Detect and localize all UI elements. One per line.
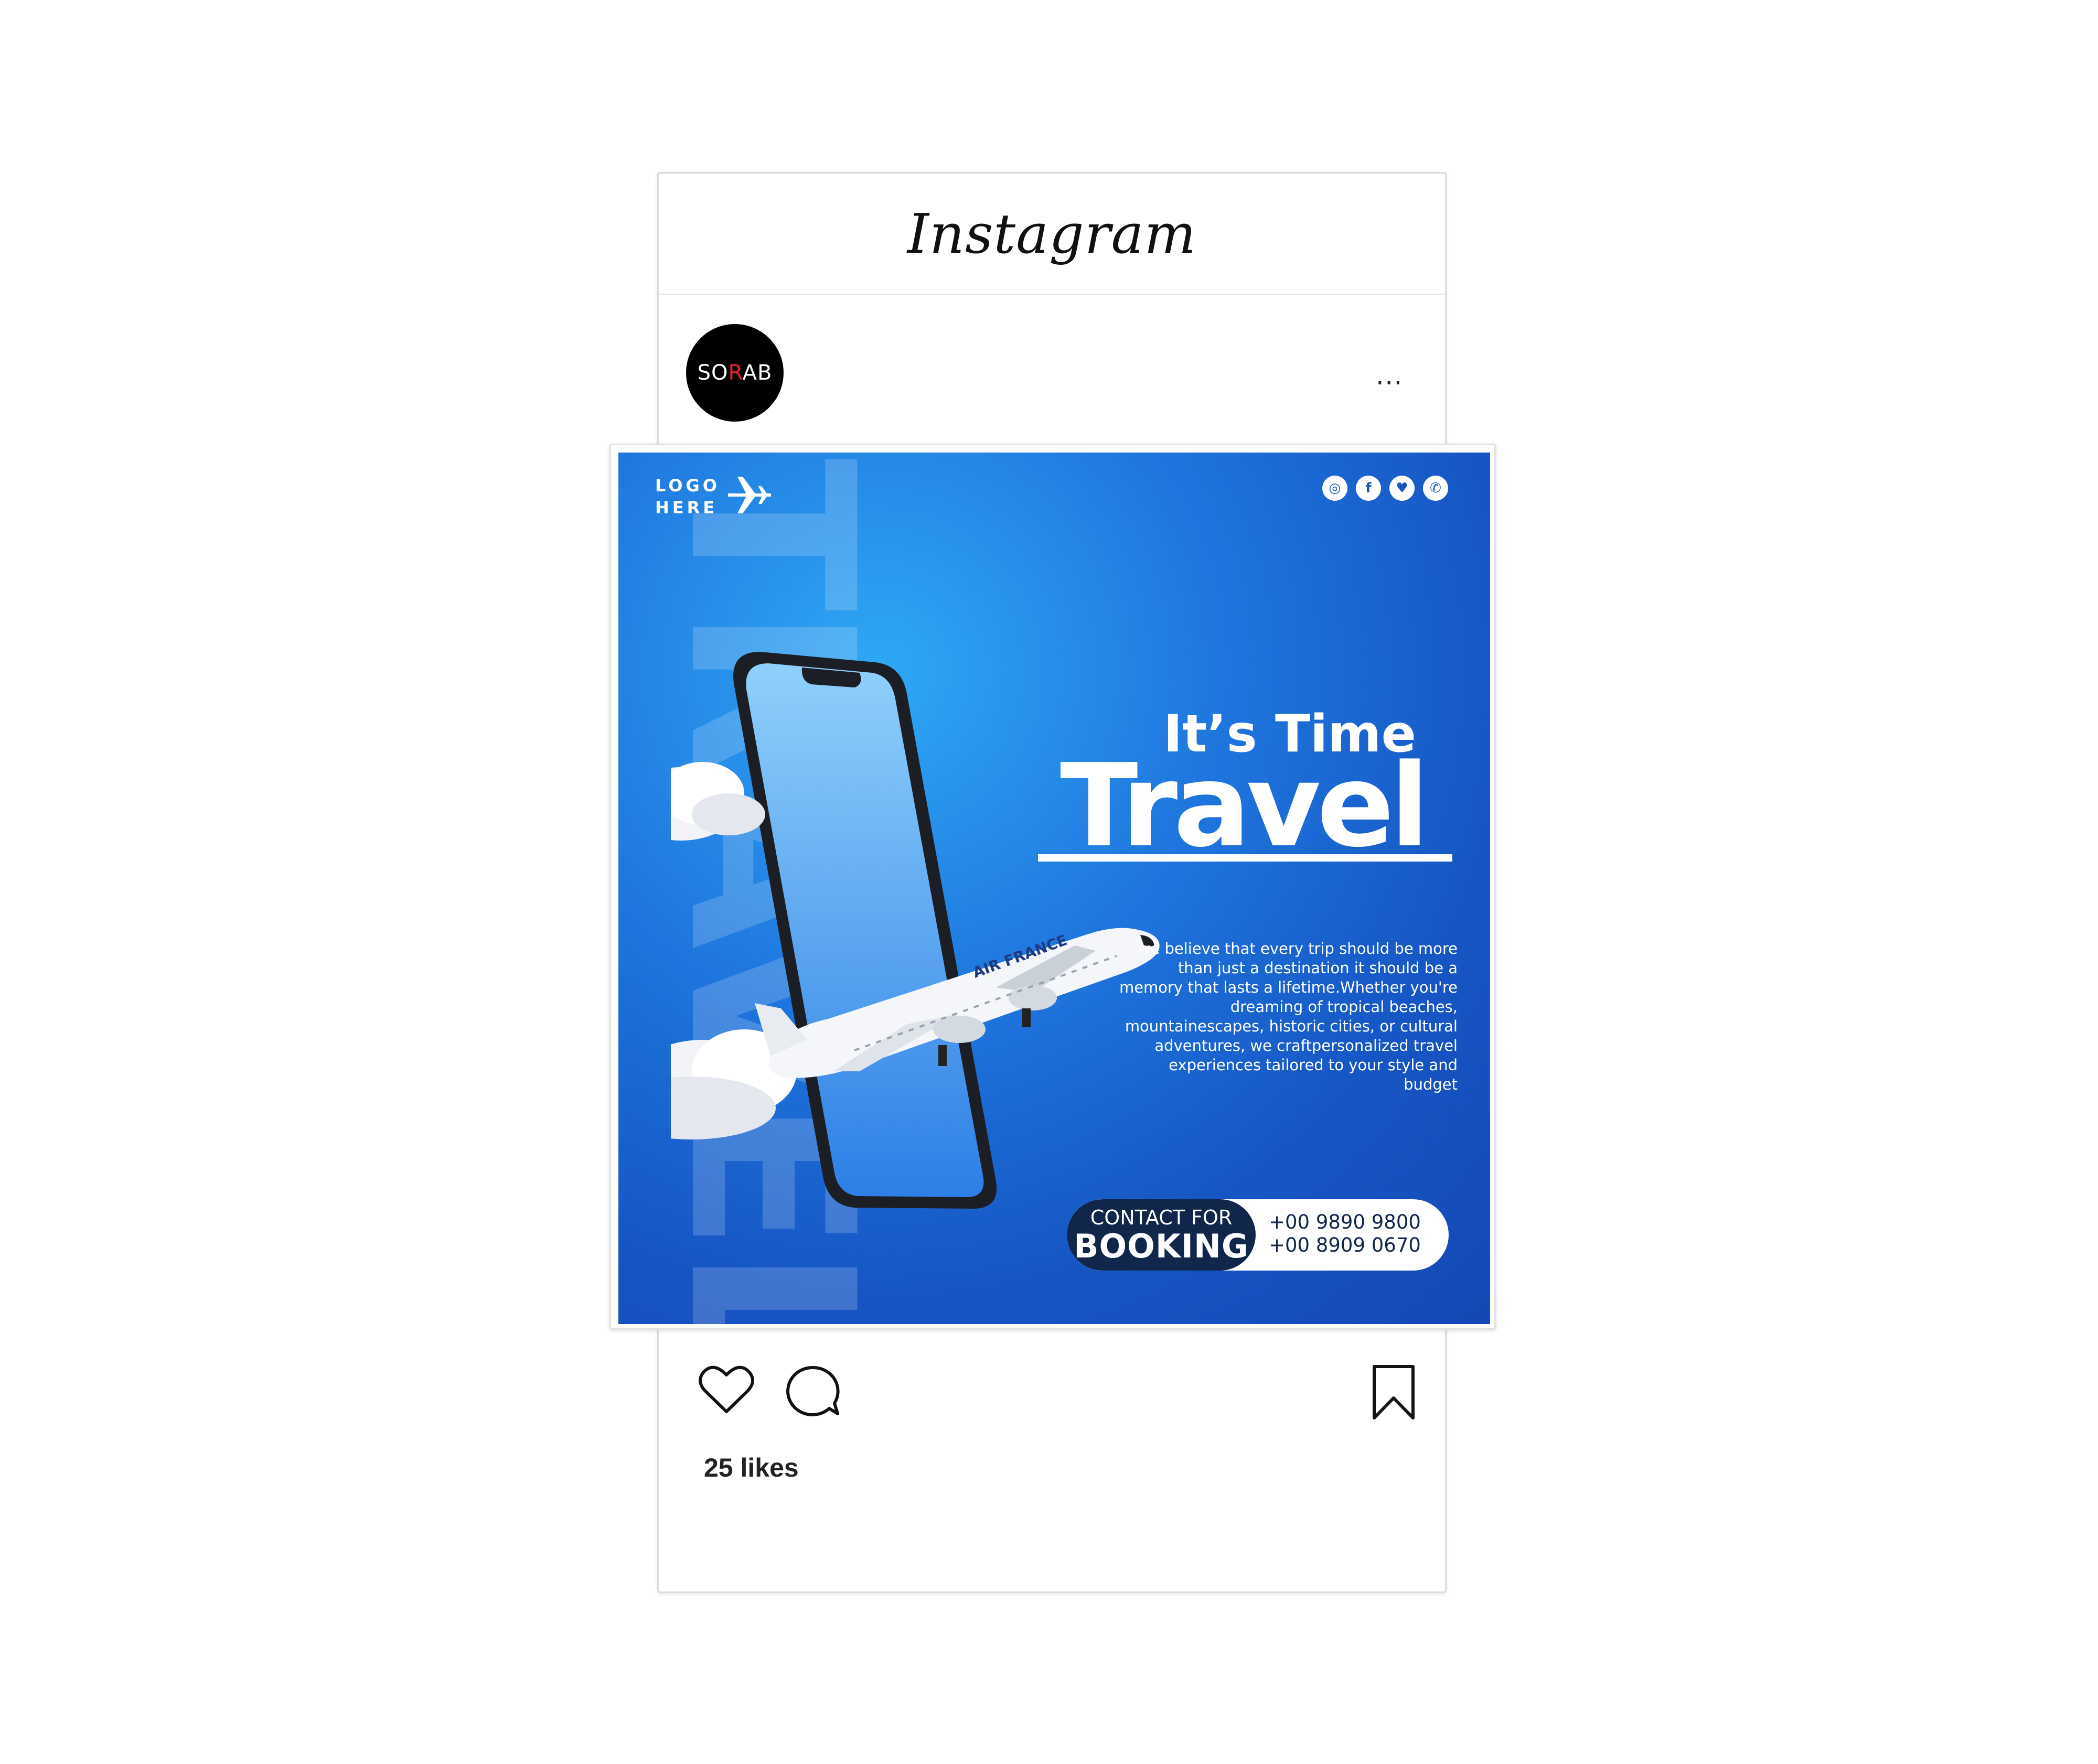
facebook-icon: f	[1356, 476, 1381, 501]
instagram-icon: ◎	[1322, 476, 1347, 501]
phone-number-1: +00 9890 9800	[1269, 1211, 1421, 1233]
avatar-logo-text: SORAB	[697, 361, 773, 385]
post-author-row: SORAB ...	[659, 295, 1445, 437]
post-description: we believe that every trip should be mor…	[1119, 940, 1458, 1093]
post-actions-row	[0, 1363, 2098, 1437]
post-image[interactable]: TRAVEL LOGO HERE ◎ f ♥ ✆ AIR FRANCE It’s…	[609, 444, 1496, 1330]
booking-contact-banner: CONTACT FOR BOOKING +00 9890 9800 +00 89…	[1067, 1199, 1449, 1271]
booking-label: BOOKING	[1074, 1227, 1249, 1265]
likes-count[interactable]: 25 likes	[704, 1453, 799, 1483]
phone-number-2: +00 8909 0670	[1269, 1234, 1421, 1256]
booking-phone-numbers: +00 9890 9800 +00 8909 0670	[1269, 1211, 1421, 1257]
airplane-logo-icon	[728, 477, 771, 513]
heart-icon[interactable]	[698, 1363, 755, 1416]
booking-label-box: CONTACT FOR BOOKING	[1067, 1199, 1256, 1271]
brand-logo-placeholder: LOGO HERE	[655, 476, 720, 518]
more-options-icon[interactable]: ...	[1376, 363, 1403, 389]
social-icons: ◎ f ♥ ✆	[1322, 476, 1448, 501]
instagram-wordmark[interactable]: Instagram	[907, 202, 1196, 266]
contact-for-label: CONTACT FOR	[1090, 1206, 1233, 1229]
app-header: Instagram	[659, 174, 1445, 295]
bookmark-icon[interactable]	[1370, 1363, 1417, 1421]
twitter-icon: ♥	[1389, 476, 1415, 501]
headline-big: Travel	[1059, 740, 1429, 873]
comment-icon[interactable]	[784, 1363, 842, 1418]
headline-underline	[1038, 854, 1452, 862]
whatsapp-icon: ✆	[1423, 476, 1448, 501]
avatar[interactable]: SORAB	[686, 324, 784, 422]
travel-ad-artwork: TRAVEL LOGO HERE ◎ f ♥ ✆ AIR FRANCE It’s…	[618, 453, 1490, 1324]
